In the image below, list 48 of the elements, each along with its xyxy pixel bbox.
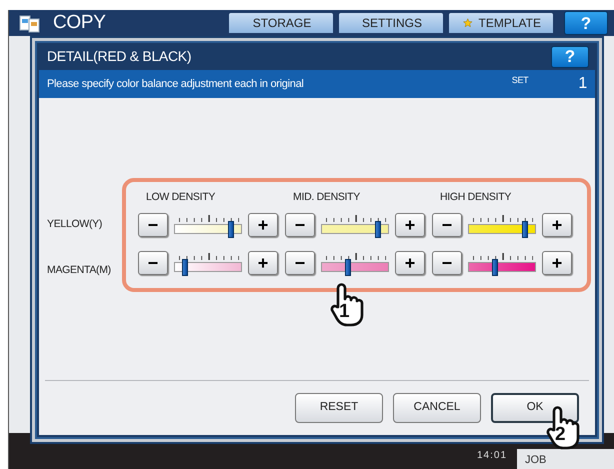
minus-button[interactable]: − (285, 250, 315, 275)
tick-scale (179, 214, 239, 222)
plus-button[interactable]: + (248, 212, 278, 237)
header-tab[interactable]: TEMPLATE (449, 13, 553, 33)
minus-button[interactable]: − (432, 250, 462, 275)
minus-button[interactable]: − (432, 212, 462, 237)
dialog-button[interactable]: OK (491, 393, 579, 423)
plus-button[interactable]: + (395, 212, 425, 237)
message-text: Please specify color balance adjustment each in original (47, 76, 305, 92)
tick-scale (326, 214, 386, 222)
slider-thumb[interactable] (375, 220, 382, 238)
slider-thumb[interactable] (345, 258, 352, 276)
plus-button[interactable]: + (542, 250, 572, 275)
dialog-button[interactable]: RESET (295, 393, 383, 423)
plus-button[interactable]: + (248, 250, 278, 275)
star-icon (463, 16, 473, 30)
slider-thumb[interactable] (182, 258, 188, 276)
tick-scale (179, 252, 239, 260)
minus-button[interactable]: − (138, 212, 168, 237)
dialog-title: DETAIL(RED & BLACK) (47, 47, 192, 66)
dialog-button[interactable]: CANCEL (393, 393, 481, 423)
pointing-hand-icon (546, 406, 580, 450)
clock-time: 14:01 (477, 449, 508, 463)
slider-thumb[interactable] (228, 220, 234, 238)
header-tab[interactable]: SETTINGS (339, 13, 443, 33)
slider-thumb[interactable] (522, 220, 528, 238)
header-tab[interactable]: STORAGE (229, 13, 333, 33)
copier-icon (19, 13, 41, 33)
tick-scale (473, 252, 533, 260)
column-heading: LOW DENSITY (145, 190, 216, 205)
job-status-button[interactable]: JOB (517, 449, 614, 469)
tick-scale (473, 214, 533, 222)
column-heading: MID. DENSITY (292, 190, 361, 205)
callout-number: 1 (339, 302, 350, 321)
plus-button[interactable]: + (395, 250, 425, 275)
column-heading: HIGH DENSITY (439, 190, 512, 205)
minus-button[interactable]: − (138, 250, 168, 275)
slider-thumb[interactable] (492, 258, 498, 276)
set-label: SET (512, 74, 528, 87)
app-title: COPY (53, 10, 107, 35)
tick-scale (326, 252, 386, 260)
pointing-hand-icon (330, 283, 364, 327)
set-count: 1 (578, 74, 587, 94)
plus-button[interactable]: + (542, 212, 572, 237)
row-label: MAGENTA(M) (47, 263, 111, 278)
callout-number: 2 (555, 425, 566, 444)
row-label: YELLOW(Y) (47, 217, 102, 232)
minus-button[interactable]: − (285, 212, 315, 237)
